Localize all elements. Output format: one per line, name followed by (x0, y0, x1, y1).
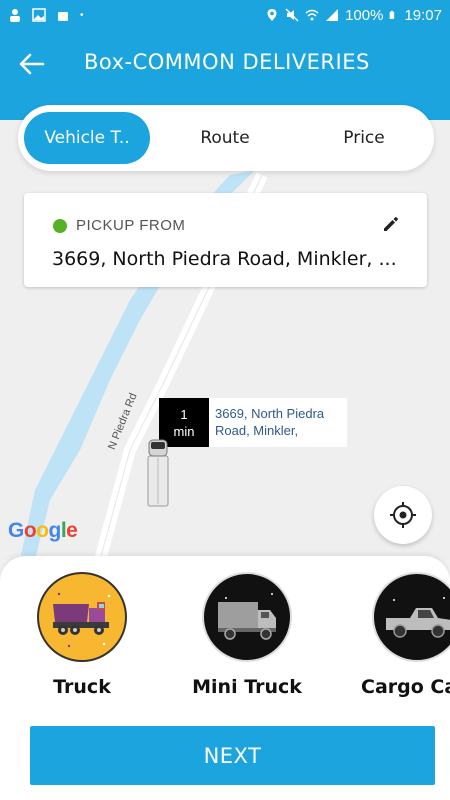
next-button[interactable]: NEXT (30, 726, 435, 785)
location-icon (267, 9, 277, 21)
edit-pencil-icon[interactable] (381, 214, 401, 234)
vehicle-name: Mini Truck (192, 676, 302, 698)
battery-icon (390, 10, 395, 19)
mute-icon (285, 8, 299, 22)
dot-icon: • (80, 9, 84, 21)
vehicle-option-mini-truck[interactable]: Mini Truck (167, 572, 327, 698)
step-tabs: Vehicle T.. Route Price (18, 105, 434, 171)
marker-address: 3669, North Piedra Road, Minkler, (209, 398, 347, 447)
notification-icons: • (8, 8, 84, 22)
google-logo: Google (8, 519, 78, 542)
pickup-dot-icon (53, 219, 67, 233)
system-icons: 100% 19:07 (265, 7, 442, 24)
back-button[interactable] (16, 48, 48, 80)
pickup-address: 3669, North Piedra Road, Minkler, ... (52, 248, 397, 270)
battery-percent: 100% (345, 6, 384, 24)
vehicle-option-cargo-car[interactable]: Cargo Ca (337, 572, 450, 698)
truck-marker-icon[interactable] (146, 438, 170, 508)
vehicle-image (37, 572, 127, 662)
pickup-truck-icon (386, 597, 450, 638)
tab-vehicle-type[interactable]: Vehicle T.. (24, 112, 150, 164)
arrow-left-icon (19, 53, 45, 75)
vehicle-image (372, 572, 450, 662)
vehicle-name: Cargo Ca (361, 676, 450, 698)
signal-icon (326, 9, 339, 21)
dump-truck-icon (53, 592, 111, 648)
tab-route[interactable]: Route (150, 112, 300, 164)
vehicle-name: Truck (53, 676, 111, 698)
mini-truck-icon (218, 593, 276, 640)
crosshair-icon (390, 502, 416, 528)
my-location-button[interactable] (374, 486, 432, 544)
clock: 19:07 (404, 6, 442, 24)
status-bar: • 100% 19:07 (0, 0, 450, 30)
pickup-card[interactable]: PICKUP FROM 3669, North Piedra Road, Min… (24, 193, 427, 287)
eta-value: 1 (180, 407, 188, 422)
vehicle-sheet: Truck Mini Truck Cargo Ca NEXT (0, 556, 450, 800)
vehicle-image (202, 572, 292, 662)
avatar-icon (10, 9, 20, 22)
page-title: Box-COMMON DELIVERIES (84, 50, 370, 74)
vehicle-option-truck[interactable]: Truck (2, 572, 162, 698)
bag-icon (58, 12, 68, 21)
pickup-label: PICKUP FROM (76, 217, 186, 234)
image-icon (32, 8, 46, 22)
tab-price[interactable]: Price (300, 112, 428, 164)
wifi-icon (305, 9, 319, 21)
